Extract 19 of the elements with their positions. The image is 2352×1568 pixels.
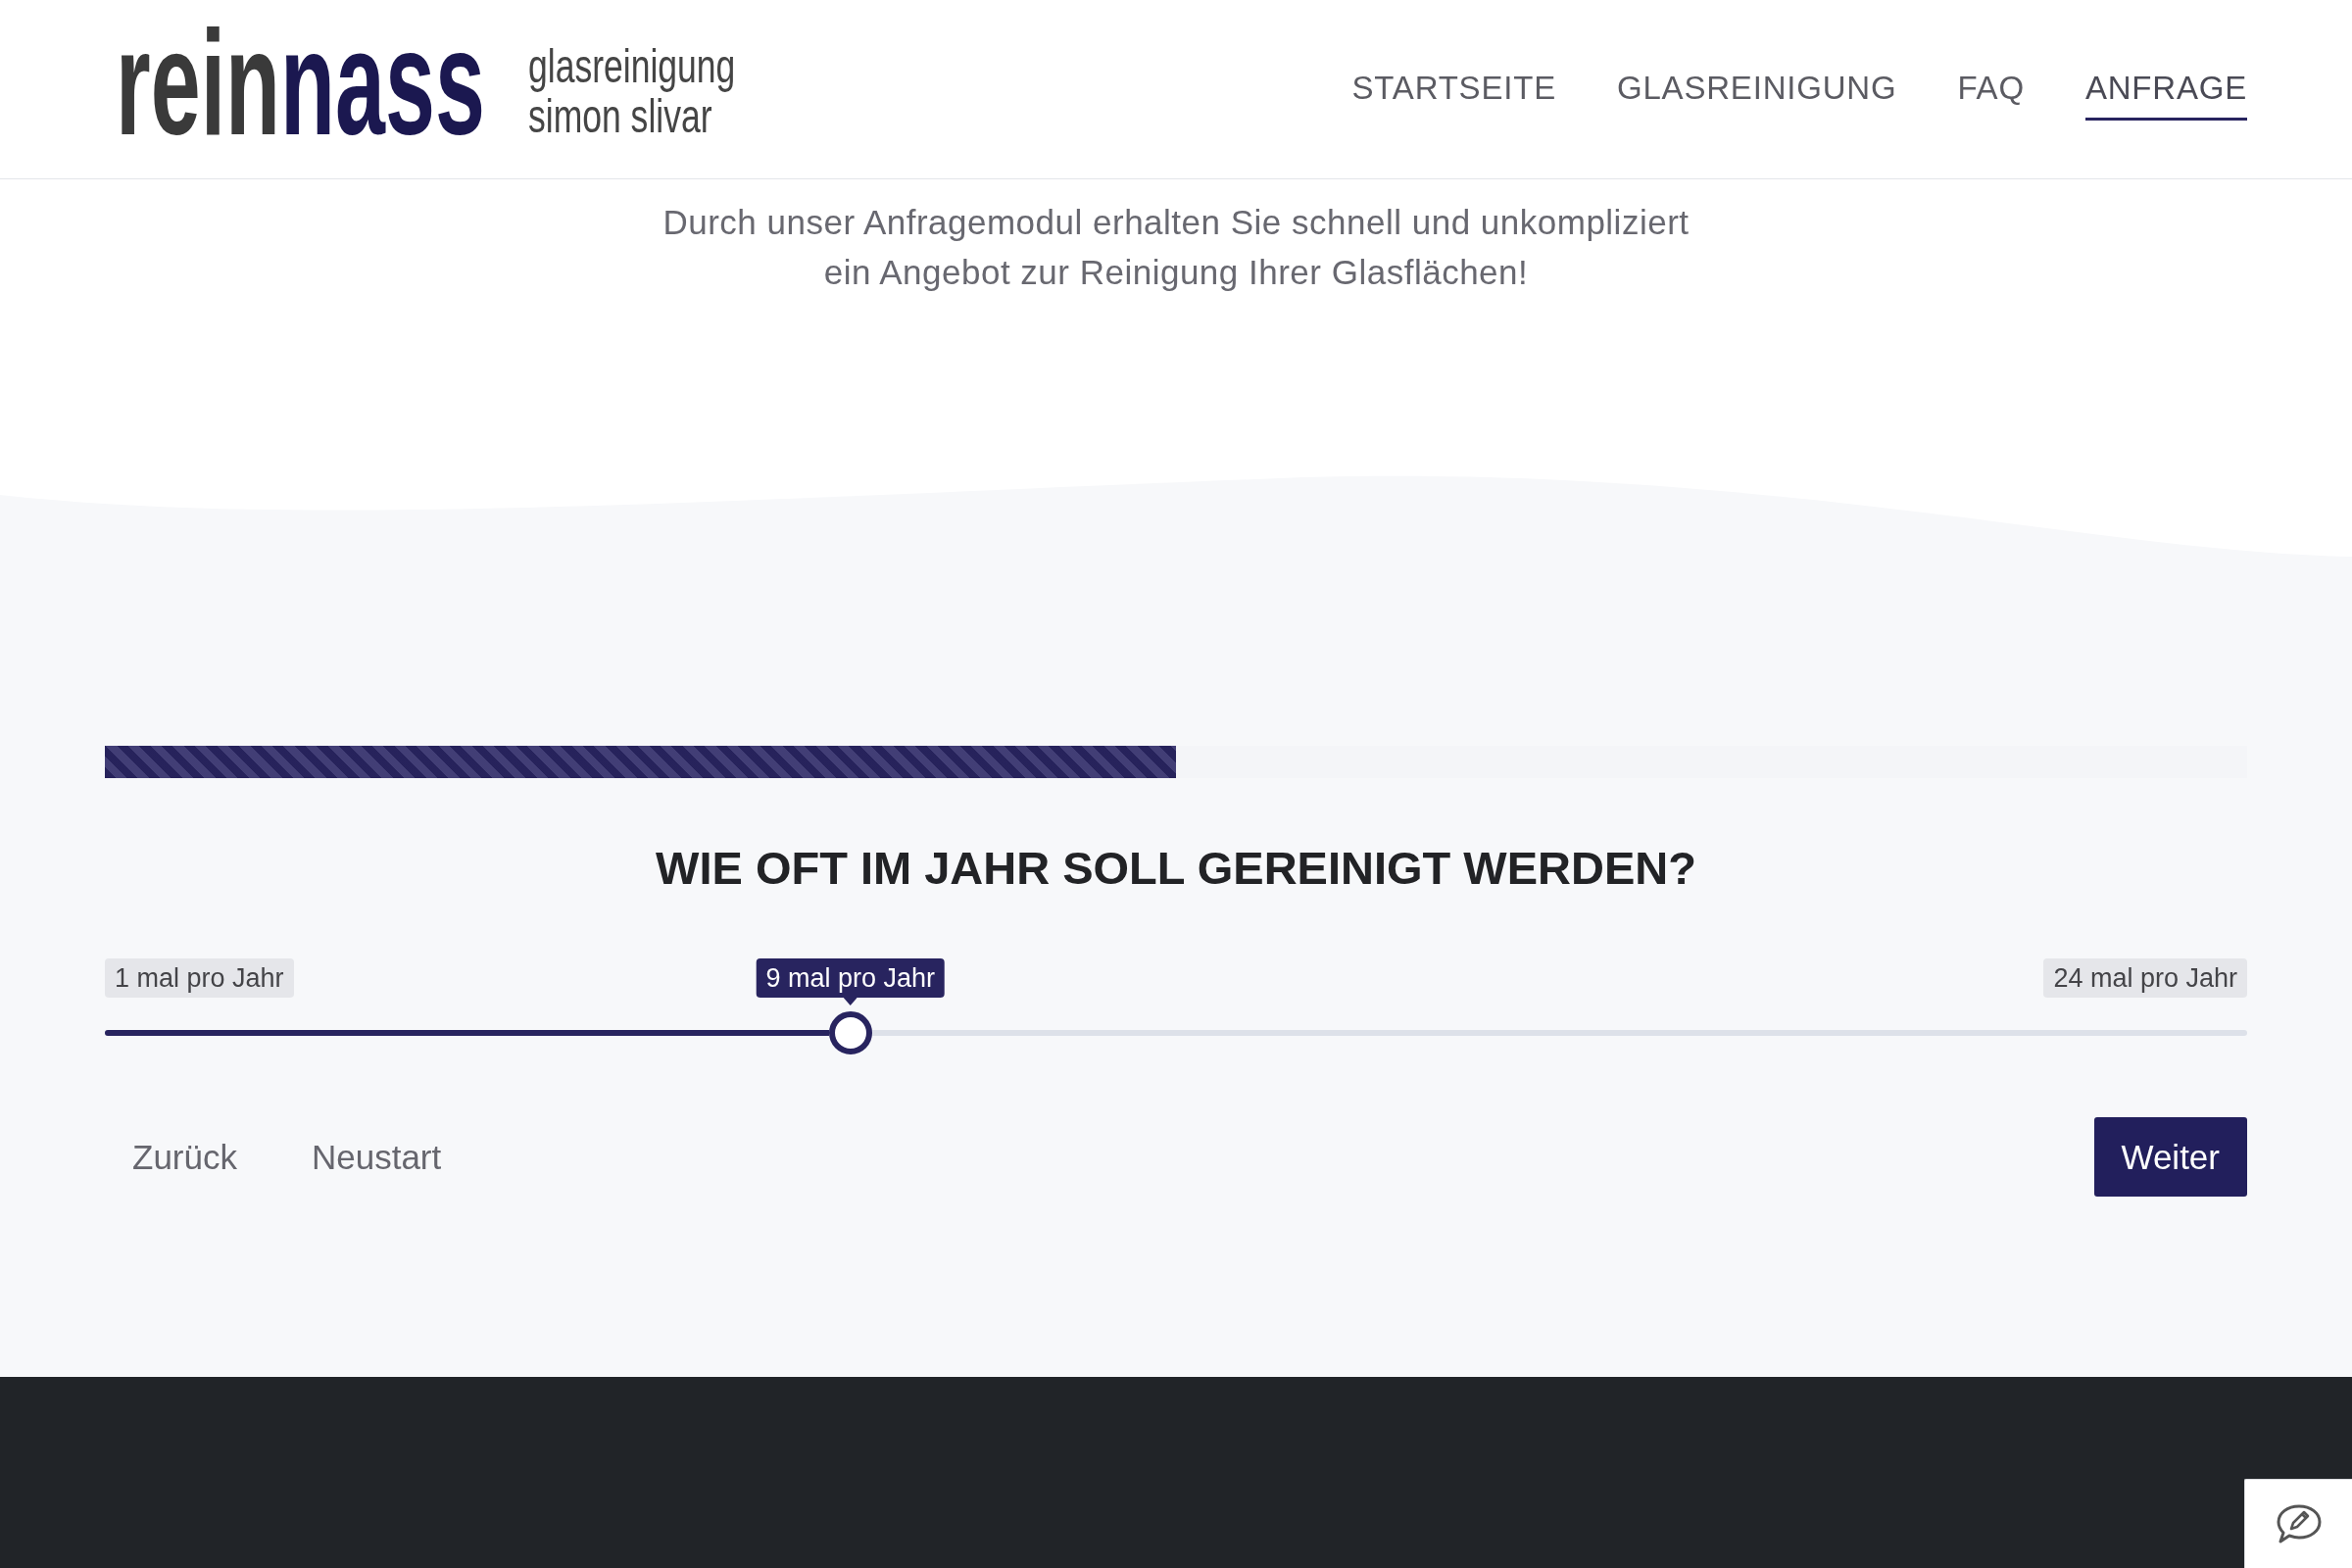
pointer-icon — [843, 998, 858, 1005]
nav-link[interactable]: FAQ — [1957, 69, 2025, 121]
speech-bubble-pencil-icon — [2276, 1504, 2322, 1544]
min-label: 1 mal pro Jahr — [105, 958, 294, 998]
feedback-button[interactable] — [2244, 1479, 2352, 1568]
slider-handle[interactable] — [828, 1011, 872, 1054]
next-button[interactable]: Weiter — [2093, 1117, 2247, 1197]
nav-link[interactable]: ANFRAGE — [2084, 69, 2247, 121]
intro-text: Durch unser Anfragemodul erhalten Sie schnell und unkompliziert ein Angebot zur Reinigung Ihrer Glasflächen! — [662, 202, 1690, 293]
nav-link[interactable]: STARTSEITE — [1351, 69, 1556, 121]
back-button[interactable]: Zurück — [105, 1117, 265, 1197]
logo-tagline: glasreinigung — [528, 41, 736, 91]
nav-link[interactable]: GLASREINIGUNG — [1617, 69, 1897, 121]
logo-tagline: simon slivar — [528, 91, 712, 141]
question-heading: WIE OFT IM JAHR SOLL GEREINIGT WERDEN? — [656, 841, 1696, 896]
slider-value-label: 9 mal pro Jahr — [756, 958, 945, 998]
restart-button[interactable]: Neustart — [283, 1117, 469, 1197]
max-label: 24 mal pro Jahr — [2043, 958, 2247, 998]
logo-wordmark[interactable]: reinnass — [116, 26, 485, 135]
